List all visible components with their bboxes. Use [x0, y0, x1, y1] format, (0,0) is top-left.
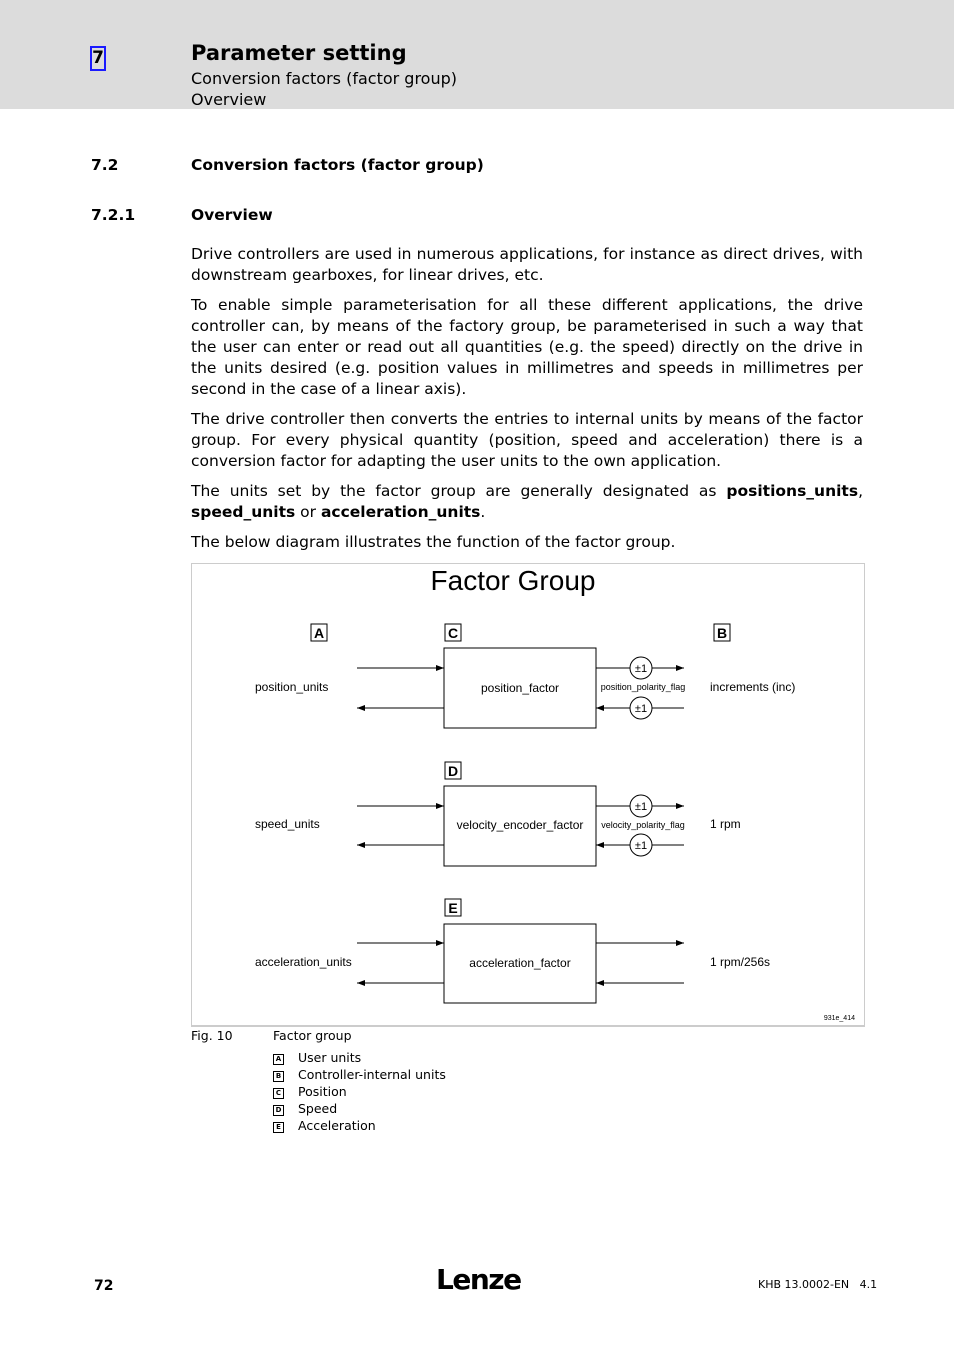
lenze-logo: Lenze: [436, 1263, 522, 1296]
internal-units-acceleration: 1 rpm/256s: [710, 955, 770, 969]
user-units-position: position_units: [255, 680, 328, 694]
position-polarity-flag: position_polarity_flag: [601, 682, 686, 692]
legend-key: E: [273, 1122, 284, 1133]
legend-text: Controller-internal units: [298, 1067, 446, 1082]
label-e: E: [448, 900, 457, 916]
legend-text: Speed: [298, 1101, 338, 1116]
legend-item: A User units: [273, 1050, 361, 1065]
legend-key: B: [273, 1071, 284, 1082]
velocity-factor: velocity_encoder_factor: [457, 818, 584, 832]
sign-icon: ±1: [635, 840, 647, 852]
legend-item: B Controller-internal units: [273, 1067, 446, 1082]
legend-text: Position: [298, 1084, 347, 1099]
figure-number: Fig. 10: [191, 1028, 233, 1043]
diagram-svg: Factor Group A C B D E position_units po…: [255, 565, 855, 1022]
page-number: 72: [94, 1278, 114, 1294]
label-d: D: [448, 763, 458, 779]
diagram-title: Factor Group: [431, 565, 596, 596]
legend-key: C: [273, 1088, 284, 1099]
legend-text: Acceleration: [298, 1118, 376, 1133]
legend-item: D Speed: [273, 1101, 337, 1116]
user-units-speed: speed_units: [255, 817, 320, 831]
label-c: C: [448, 625, 458, 641]
velocity-polarity-flag: velocity_polarity_flag: [601, 820, 685, 830]
legend-text: User units: [298, 1050, 362, 1065]
internal-units-position: increments (inc): [710, 680, 795, 694]
legend-item: C Position: [273, 1084, 347, 1099]
figure-code: 931e_414: [824, 1015, 855, 1022]
figure-title: Factor group: [273, 1028, 352, 1043]
position-factor: position_factor: [481, 681, 559, 695]
label-b: B: [717, 625, 727, 641]
legend-key: D: [273, 1105, 284, 1116]
sign-icon: ±1: [635, 801, 647, 813]
legend-item: E Acceleration: [273, 1118, 376, 1133]
legend-key: A: [273, 1054, 284, 1065]
acceleration-factor: acceleration_factor: [469, 956, 570, 970]
label-a: A: [314, 625, 324, 641]
page: 7 Parameter setting Conversion factors (…: [0, 0, 954, 1350]
user-units-acceleration: acceleration_units: [255, 955, 352, 969]
internal-units-speed: 1 rpm: [710, 817, 741, 831]
document-id: KHB 13.0002-EN 4.1: [758, 1278, 878, 1291]
sign-icon: ±1: [635, 703, 647, 715]
sign-icon: ±1: [635, 663, 647, 675]
